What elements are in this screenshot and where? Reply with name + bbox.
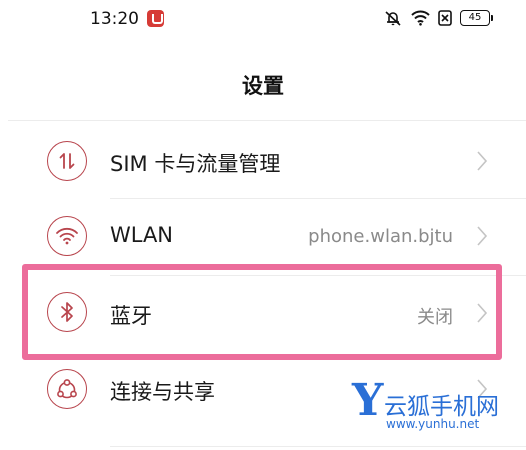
battery-icon: 45 [460, 10, 493, 26]
app-notification-icon [147, 10, 164, 27]
connection-sharing-icon [47, 369, 87, 409]
settings-item-label: WLAN [110, 223, 174, 247]
highlight-frame [22, 264, 502, 360]
status-icons: 45 [383, 9, 493, 27]
page-title: 设置 [242, 74, 284, 98]
settings-item-label: SIM 卡与流量管理 [110, 152, 281, 176]
wifi-icon [47, 216, 87, 256]
status-bar: 13:20 45 [0, 0, 526, 40]
watermark-name: 云狐手机网 [384, 394, 499, 420]
chevron-right-icon [477, 226, 488, 246]
status-time: 13:20 [90, 9, 139, 29]
chevron-right-icon [477, 151, 488, 171]
watermark-logo: Y [352, 375, 384, 426]
watermark: Y 云狐手机网 www.yunhu.net [352, 379, 522, 435]
settings-item-label: 连接与共享 [110, 380, 215, 404]
wifi-icon [411, 10, 430, 26]
no-sim-icon [438, 10, 452, 26]
header-divider [8, 120, 526, 121]
settings-item-value: phone.wlan.bjtu [308, 226, 453, 247]
mute-icon [383, 9, 403, 27]
settings-item-sim[interactable]: SIM 卡与流量管理 [0, 122, 526, 200]
watermark-url: www.yunhu.net [386, 417, 480, 431]
row-divider [110, 446, 526, 447]
sim-data-icon [47, 141, 87, 181]
